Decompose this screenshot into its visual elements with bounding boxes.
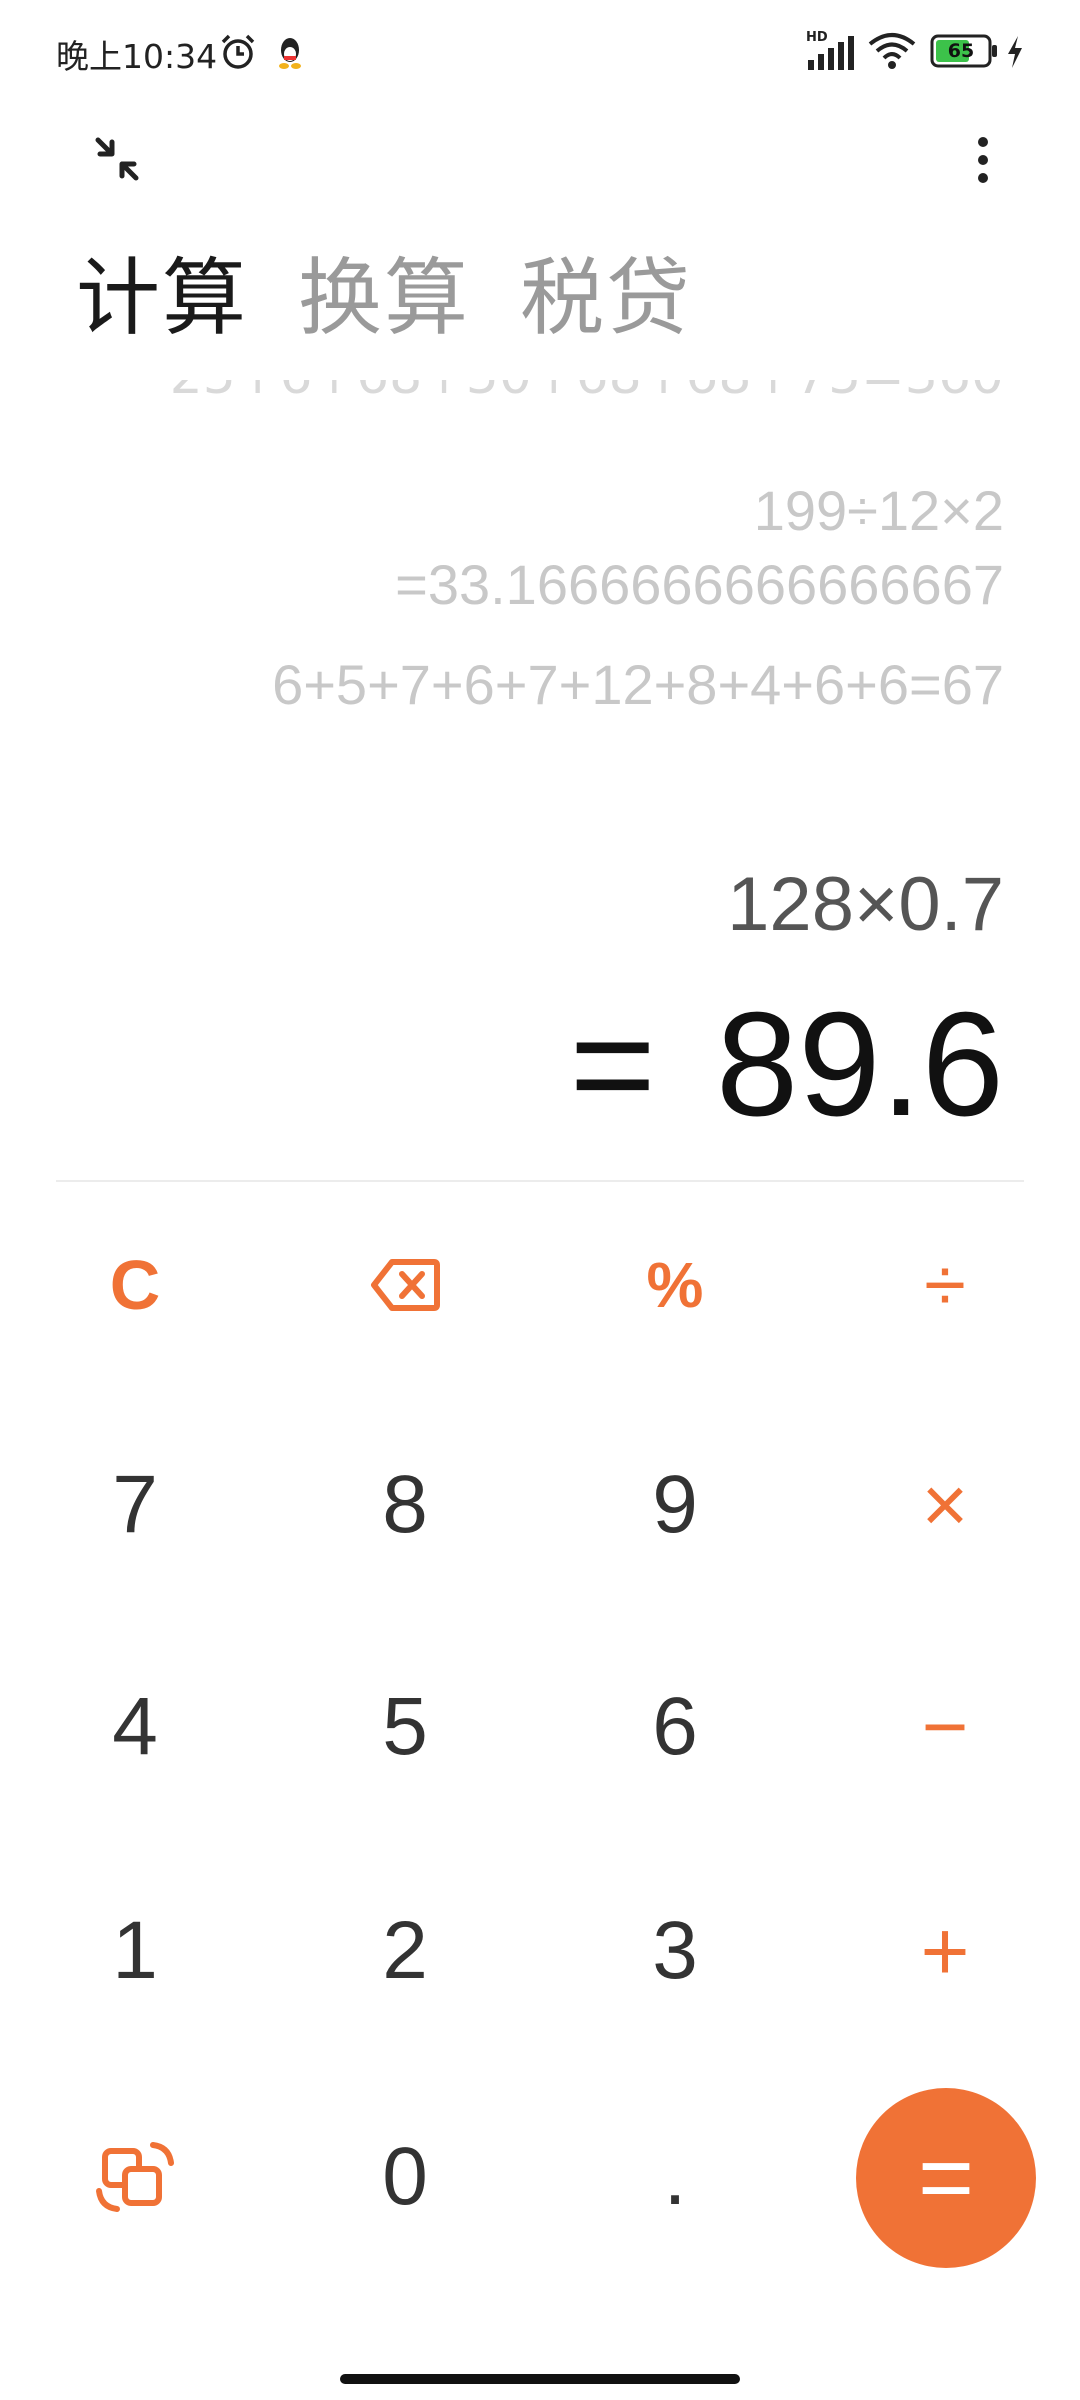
digit-2-button[interactable]: 2	[270, 1846, 540, 2056]
battery-level: 65	[947, 40, 975, 62]
digit-7-button[interactable]: 7	[0, 1400, 270, 1610]
percent-label: %	[646, 1249, 704, 1321]
signal-icon	[808, 36, 854, 70]
digit-9-button[interactable]: 9	[540, 1400, 810, 1610]
history-item[interactable]: 199÷12×2	[754, 478, 1004, 544]
status-bar: 晚上10:34 HD 65	[0, 0, 1080, 100]
clear-button[interactable]: C	[0, 1180, 270, 1390]
result-equals-sign: =	[569, 982, 656, 1147]
status-time: 晚上10:34	[56, 37, 218, 76]
mode-tabs: 计算 换算 税贷	[76, 248, 692, 348]
charging-icon	[1008, 36, 1022, 68]
decimal-button[interactable]: .	[540, 2072, 810, 2282]
alarm-icon	[221, 34, 255, 69]
current-result: = 89.6	[570, 980, 1005, 1150]
backspace-button[interactable]	[270, 1180, 540, 1390]
clear-label: C	[109, 1246, 161, 1324]
digit-5-button[interactable]: 5	[270, 1622, 540, 1832]
multiply-label: ×	[921, 1460, 969, 1549]
digit-8-button[interactable]: 8	[270, 1400, 540, 1610]
history-item[interactable]: 6+5+7+6+7+12+8+4+6+6=67	[272, 652, 1004, 718]
result-value: 89.6	[715, 982, 1004, 1147]
qq-icon	[279, 38, 301, 69]
percent-button[interactable]: %	[540, 1180, 810, 1390]
minus-button[interactable]: −	[810, 1622, 1080, 1832]
minus-label: −	[921, 1682, 969, 1771]
plus-label: +	[920, 1903, 970, 1998]
plus-button[interactable]: +	[810, 1846, 1080, 2056]
divide-label: ÷	[924, 1242, 966, 1328]
digit-1-button[interactable]: 1	[0, 1846, 270, 2056]
current-expression: 128×0.7	[727, 862, 1004, 947]
switch-mode-button[interactable]	[0, 2072, 270, 2282]
wifi-icon	[868, 33, 916, 69]
multiply-button[interactable]: ×	[810, 1400, 1080, 1610]
tab-tax-loan[interactable]: 税贷	[520, 248, 692, 348]
equals-label: =	[917, 2124, 975, 2231]
divide-button[interactable]: ÷	[810, 1180, 1080, 1390]
digit-4-button[interactable]: 4	[0, 1622, 270, 1832]
history-item[interactable]: 25+6+68+50+68+68+75=360	[170, 380, 1004, 406]
collapse-icon[interactable]	[92, 134, 142, 184]
tab-calculate[interactable]: 计算	[76, 248, 248, 348]
calculation-history[interactable]: 25+6+68+50+68+68+75=360 199÷12×2 =33.166…	[44, 380, 1004, 740]
home-indicator[interactable]	[340, 2374, 740, 2384]
backspace-icon	[371, 1259, 440, 1311]
history-item[interactable]: =33.1666666666666667	[395, 552, 1004, 618]
digit-6-button[interactable]: 6	[540, 1622, 810, 1832]
more-vertical-icon[interactable]	[968, 134, 998, 186]
tab-convert[interactable]: 换算	[298, 248, 470, 348]
digit-3-button[interactable]: 3	[540, 1846, 810, 2056]
equals-button[interactable]: =	[856, 2088, 1036, 2268]
switch-mode-icon	[96, 2142, 174, 2212]
digit-0-button[interactable]: 0	[270, 2072, 540, 2282]
